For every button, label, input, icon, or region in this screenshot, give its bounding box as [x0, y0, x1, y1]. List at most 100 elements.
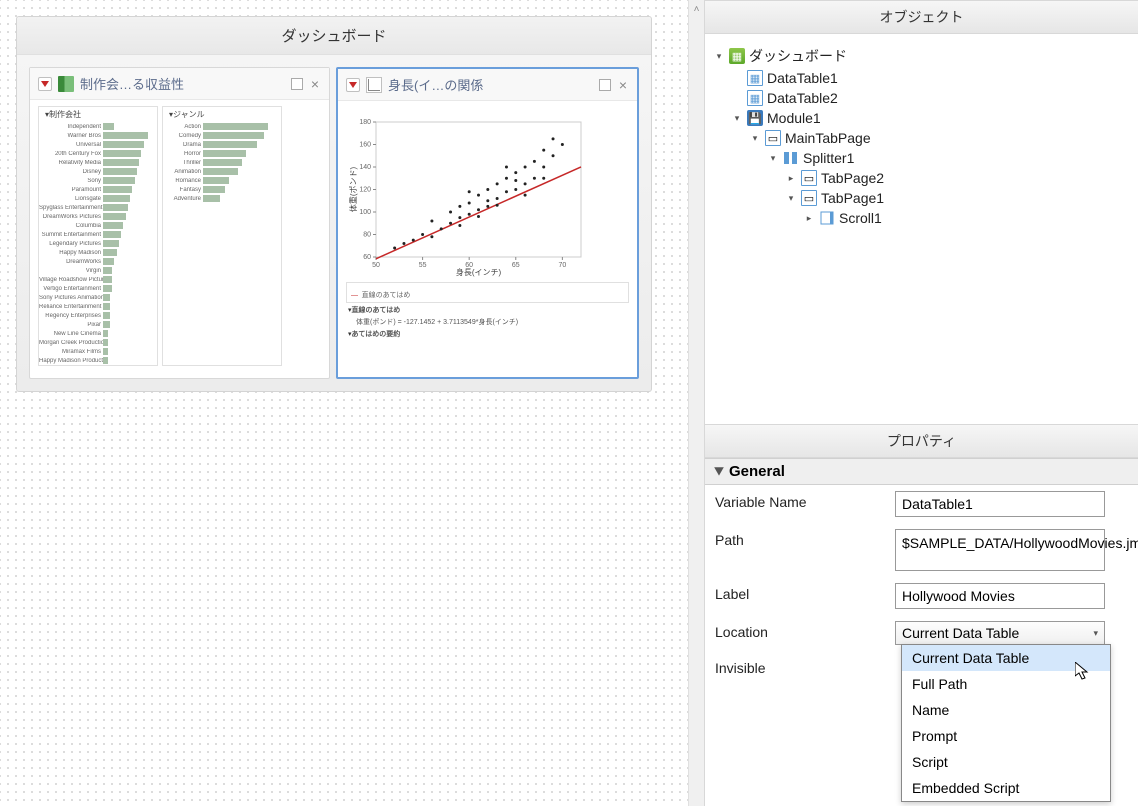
prop-row-path: Path $SAMPLE_DATA/HollywoodMovies.jmp [705, 523, 1138, 577]
dashboard-icon: ▦ [729, 48, 745, 64]
svg-text:身長(インチ): 身長(インチ) [456, 267, 502, 277]
properties-panel-header: プロパティ [705, 424, 1138, 458]
maximize-icon[interactable] [291, 78, 303, 90]
tree-twisty-icon[interactable]: ▸ [785, 172, 797, 184]
svg-text:55: 55 [419, 262, 427, 269]
chart-body: 60801001201401601805055606570身長(インチ)体重(ポ… [338, 101, 637, 351]
genre-bar-chart: ▾ジャンル ActionComedyDramaHorrorThrillerAni… [162, 106, 282, 366]
dropdown-option[interactable]: Full Path [902, 671, 1110, 697]
tree-item-module1[interactable]: ▾💾Module1 [713, 108, 1130, 128]
tree-twisty-icon[interactable]: ▾ [767, 152, 779, 164]
svg-text:60: 60 [363, 254, 371, 261]
tree-twisty-icon[interactable]: ▾ [785, 192, 797, 204]
bar-row: Romance [163, 176, 281, 185]
svg-text:160: 160 [359, 142, 371, 149]
scatter-plot: 60801001201401601805055606570身長(インチ)体重(ポ… [346, 107, 629, 280]
tree-twisty-icon[interactable] [731, 72, 743, 84]
prop-label: Label [715, 583, 895, 602]
svg-text:65: 65 [512, 262, 520, 269]
tree-label: Scroll1 [839, 210, 882, 226]
bar-row: Reliance Entertainment [39, 302, 157, 311]
bar-row: Happy Madison Productions [39, 356, 157, 365]
canvas-scrollbar[interactable]: ˄ [688, 0, 704, 806]
bar-row: Miramax Films [39, 347, 157, 356]
bar-row: Pixar [39, 320, 157, 329]
bar-row: DreamWorks [39, 257, 157, 266]
bar-row: Columbia [39, 221, 157, 230]
tab-page-height-weight[interactable]: 身長(イ…の関係 × 60801001201401601805055606570… [336, 67, 639, 379]
bar-row: Disney [39, 167, 157, 176]
page-icon: ▭ [801, 170, 817, 186]
chart-body: ▾制作会社 IndependentWarner BrosUniversal20t… [30, 100, 329, 378]
tree-item-scroll1[interactable]: ▸ Scroll1 [713, 208, 1130, 228]
outline-toggle-icon[interactable] [38, 77, 52, 91]
dropdown-option[interactable]: Embedded Script [902, 775, 1110, 801]
location-select[interactable]: Current Data Table ▾ [895, 621, 1105, 645]
bar-row: Legendary Pictures [39, 239, 157, 248]
page-icon: ▭ [801, 190, 817, 206]
scroll-up-icon[interactable]: ˄ [691, 4, 703, 16]
location-dropdown[interactable]: Current Data TableFull PathNamePromptScr… [901, 644, 1111, 802]
tree-twisty-icon[interactable] [731, 92, 743, 104]
bar-row: Vertigo Entertainment [39, 284, 157, 293]
close-icon[interactable]: × [309, 76, 321, 92]
fit-section-1[interactable]: ▾直線のあてはめ [346, 303, 629, 315]
tab-page-profitability[interactable]: 制作会…る収益性 × ▾制作会社 IndependentWarner BrosU… [29, 67, 330, 379]
splitter-icon [783, 150, 799, 166]
dropdown-option[interactable]: Current Data Table [902, 645, 1110, 671]
tree-item-tabpage1[interactable]: ▾▭TabPage1 [713, 188, 1130, 208]
dropdown-option[interactable]: Name [902, 697, 1110, 723]
bar-row: Animation [163, 167, 281, 176]
objects-panel-header: オブジェクト [705, 0, 1138, 34]
prop-label: Path [715, 529, 895, 548]
bar-row: Village Roadshow Pictures [39, 275, 157, 284]
tree-item-datatable2[interactable]: ▦DataTable2 [713, 88, 1130, 108]
svg-text:50: 50 [372, 262, 380, 269]
tree-item-ダッシュボード[interactable]: ▾▦ダッシュボード [713, 44, 1130, 68]
bar-row: Adventure [163, 194, 281, 203]
tree-item-splitter1[interactable]: ▾Splitter1 [713, 148, 1130, 168]
dashboard-container[interactable]: ダッシュボード 制作会…る収益性 × ▾制作会社 IndependentW [16, 16, 652, 392]
maximize-icon[interactable] [599, 79, 611, 91]
collapse-icon[interactable] [713, 466, 725, 478]
tree-label: DataTable1 [767, 70, 838, 86]
tab-title: 制作会…る収益性 [80, 74, 285, 93]
close-icon[interactable]: × [617, 77, 629, 93]
outline-toggle-icon[interactable] [346, 78, 360, 92]
chevron-down-icon: ▾ [1093, 628, 1098, 639]
tree-twisty-icon[interactable]: ▸ [803, 212, 815, 224]
fit-formula: 体重(ポンド) = -127.1452 + 3.7113549*身長(インチ) [346, 315, 629, 327]
tree-item-datatable1[interactable]: ▦DataTable1 [713, 68, 1130, 88]
design-canvas[interactable]: ダッシュボード 制作会…る収益性 × ▾制作会社 IndependentW [0, 0, 688, 806]
bar-row: Summit Entertainment [39, 230, 157, 239]
dropdown-option[interactable]: Script [902, 749, 1110, 775]
bar-row: Morgan Creek Productions [39, 338, 157, 347]
bar-row: Paramount [39, 185, 157, 194]
bar-row: Happy Madison [39, 248, 157, 257]
bar-row: Comedy [163, 131, 281, 140]
table-icon: ▦ [747, 90, 763, 106]
scroll-icon [819, 210, 835, 226]
objects-tree[interactable]: ▾▦ダッシュボード▦DataTable1▦DataTable2▾💾Module1… [705, 34, 1138, 424]
bar-row: Lionsgate [39, 194, 157, 203]
properties-panel: General Variable Name DataTable1 Path $S… [705, 458, 1138, 806]
tree-twisty-icon[interactable]: ▾ [749, 132, 761, 144]
label-input[interactable]: Hollywood Movies [895, 583, 1105, 609]
tree-twisty-icon[interactable]: ▾ [713, 50, 725, 62]
bar-row: Sony [39, 176, 157, 185]
tree-item-tabpage2[interactable]: ▸▭TabPage2 [713, 168, 1130, 188]
property-group-general[interactable]: General [705, 458, 1138, 485]
svg-text:80: 80 [363, 232, 371, 239]
dropdown-option[interactable]: Prompt [902, 723, 1110, 749]
fit-legend: — 直線のあてはめ [346, 282, 629, 303]
fit-section-2[interactable]: ▾あてはめの要約 [346, 327, 629, 339]
tree-item-maintabpage[interactable]: ▾▭MainTabPage [713, 128, 1130, 148]
bar-row: Spyglass Entertainment [39, 203, 157, 212]
bar-row: Fantasy [163, 185, 281, 194]
chart-subtitle: ▾制作会社 [39, 107, 157, 122]
variable-name-input[interactable]: DataTable1 [895, 491, 1105, 517]
legend-label: 直線のあてはめ [362, 292, 411, 299]
tree-twisty-icon[interactable]: ▾ [731, 112, 743, 124]
path-input[interactable]: $SAMPLE_DATA/HollywoodMovies.jmp [895, 529, 1105, 571]
prop-row-label: Label Hollywood Movies [705, 577, 1138, 615]
